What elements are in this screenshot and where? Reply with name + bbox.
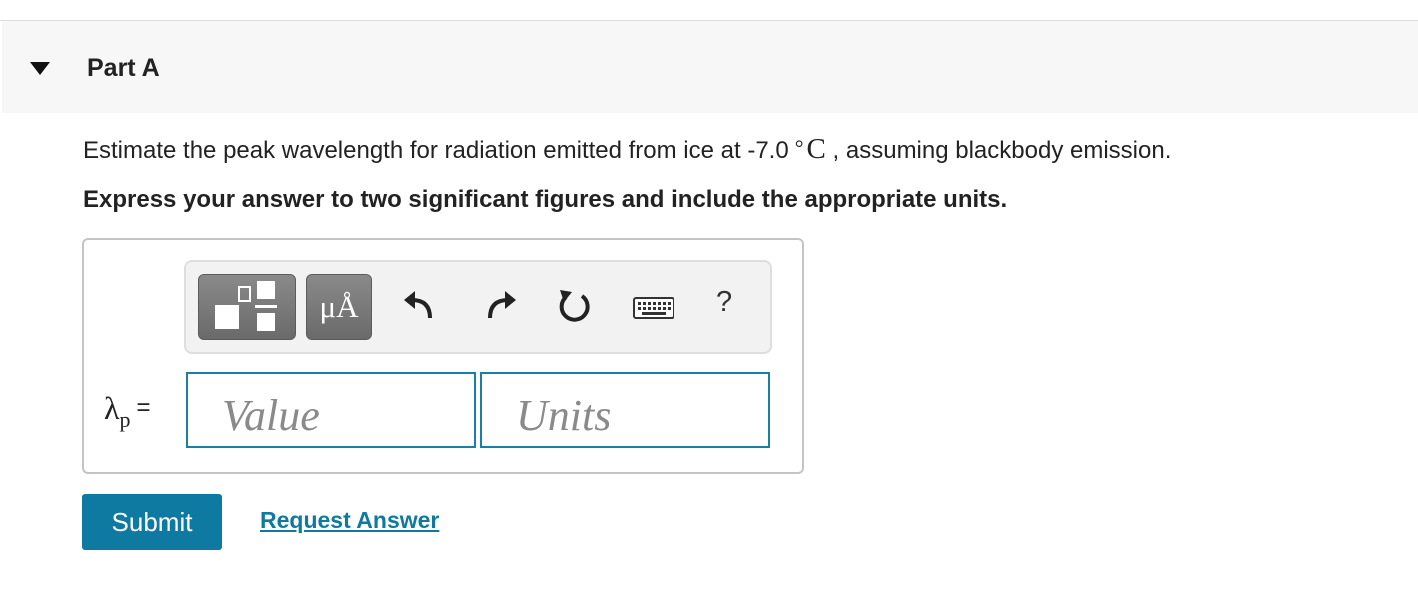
question-text: Estimate the peak wavelength for radiati… xyxy=(83,133,1171,167)
value-input[interactable] xyxy=(186,372,476,448)
redo-icon[interactable] xyxy=(480,284,520,328)
answer-variable-label: λp = xyxy=(104,390,151,432)
math-toolbar: μÅ ? xyxy=(184,260,772,354)
undo-icon[interactable] xyxy=(400,284,440,328)
collapse-caret-icon[interactable] xyxy=(30,62,50,75)
units-button[interactable]: μÅ xyxy=(306,274,372,340)
equals-sign: = xyxy=(136,394,151,421)
part-header[interactable] xyxy=(2,21,1418,113)
lambda-symbol: λ xyxy=(104,390,120,426)
reset-icon[interactable] xyxy=(554,284,594,328)
units-input[interactable] xyxy=(480,372,770,448)
question-text-before: Estimate the peak wavelength for radiati… xyxy=(83,137,789,164)
templates-button[interactable] xyxy=(198,274,296,340)
degree-symbol: ° xyxy=(794,135,804,160)
request-answer-link[interactable]: Request Answer xyxy=(260,507,439,534)
help-icon[interactable]: ? xyxy=(716,286,732,319)
units-button-label: μÅ xyxy=(319,289,359,324)
temperature-unit: C xyxy=(806,133,826,165)
part-title: Part A xyxy=(87,54,160,82)
submit-button[interactable]: Submit xyxy=(82,494,222,550)
templates-icon xyxy=(215,281,277,331)
answer-instruction: Express your answer to two significant f… xyxy=(83,186,1008,213)
question-text-after: , assuming blackbody emission. xyxy=(832,137,1172,164)
keyboard-icon[interactable] xyxy=(630,284,674,328)
lambda-subscript: p xyxy=(119,407,131,432)
